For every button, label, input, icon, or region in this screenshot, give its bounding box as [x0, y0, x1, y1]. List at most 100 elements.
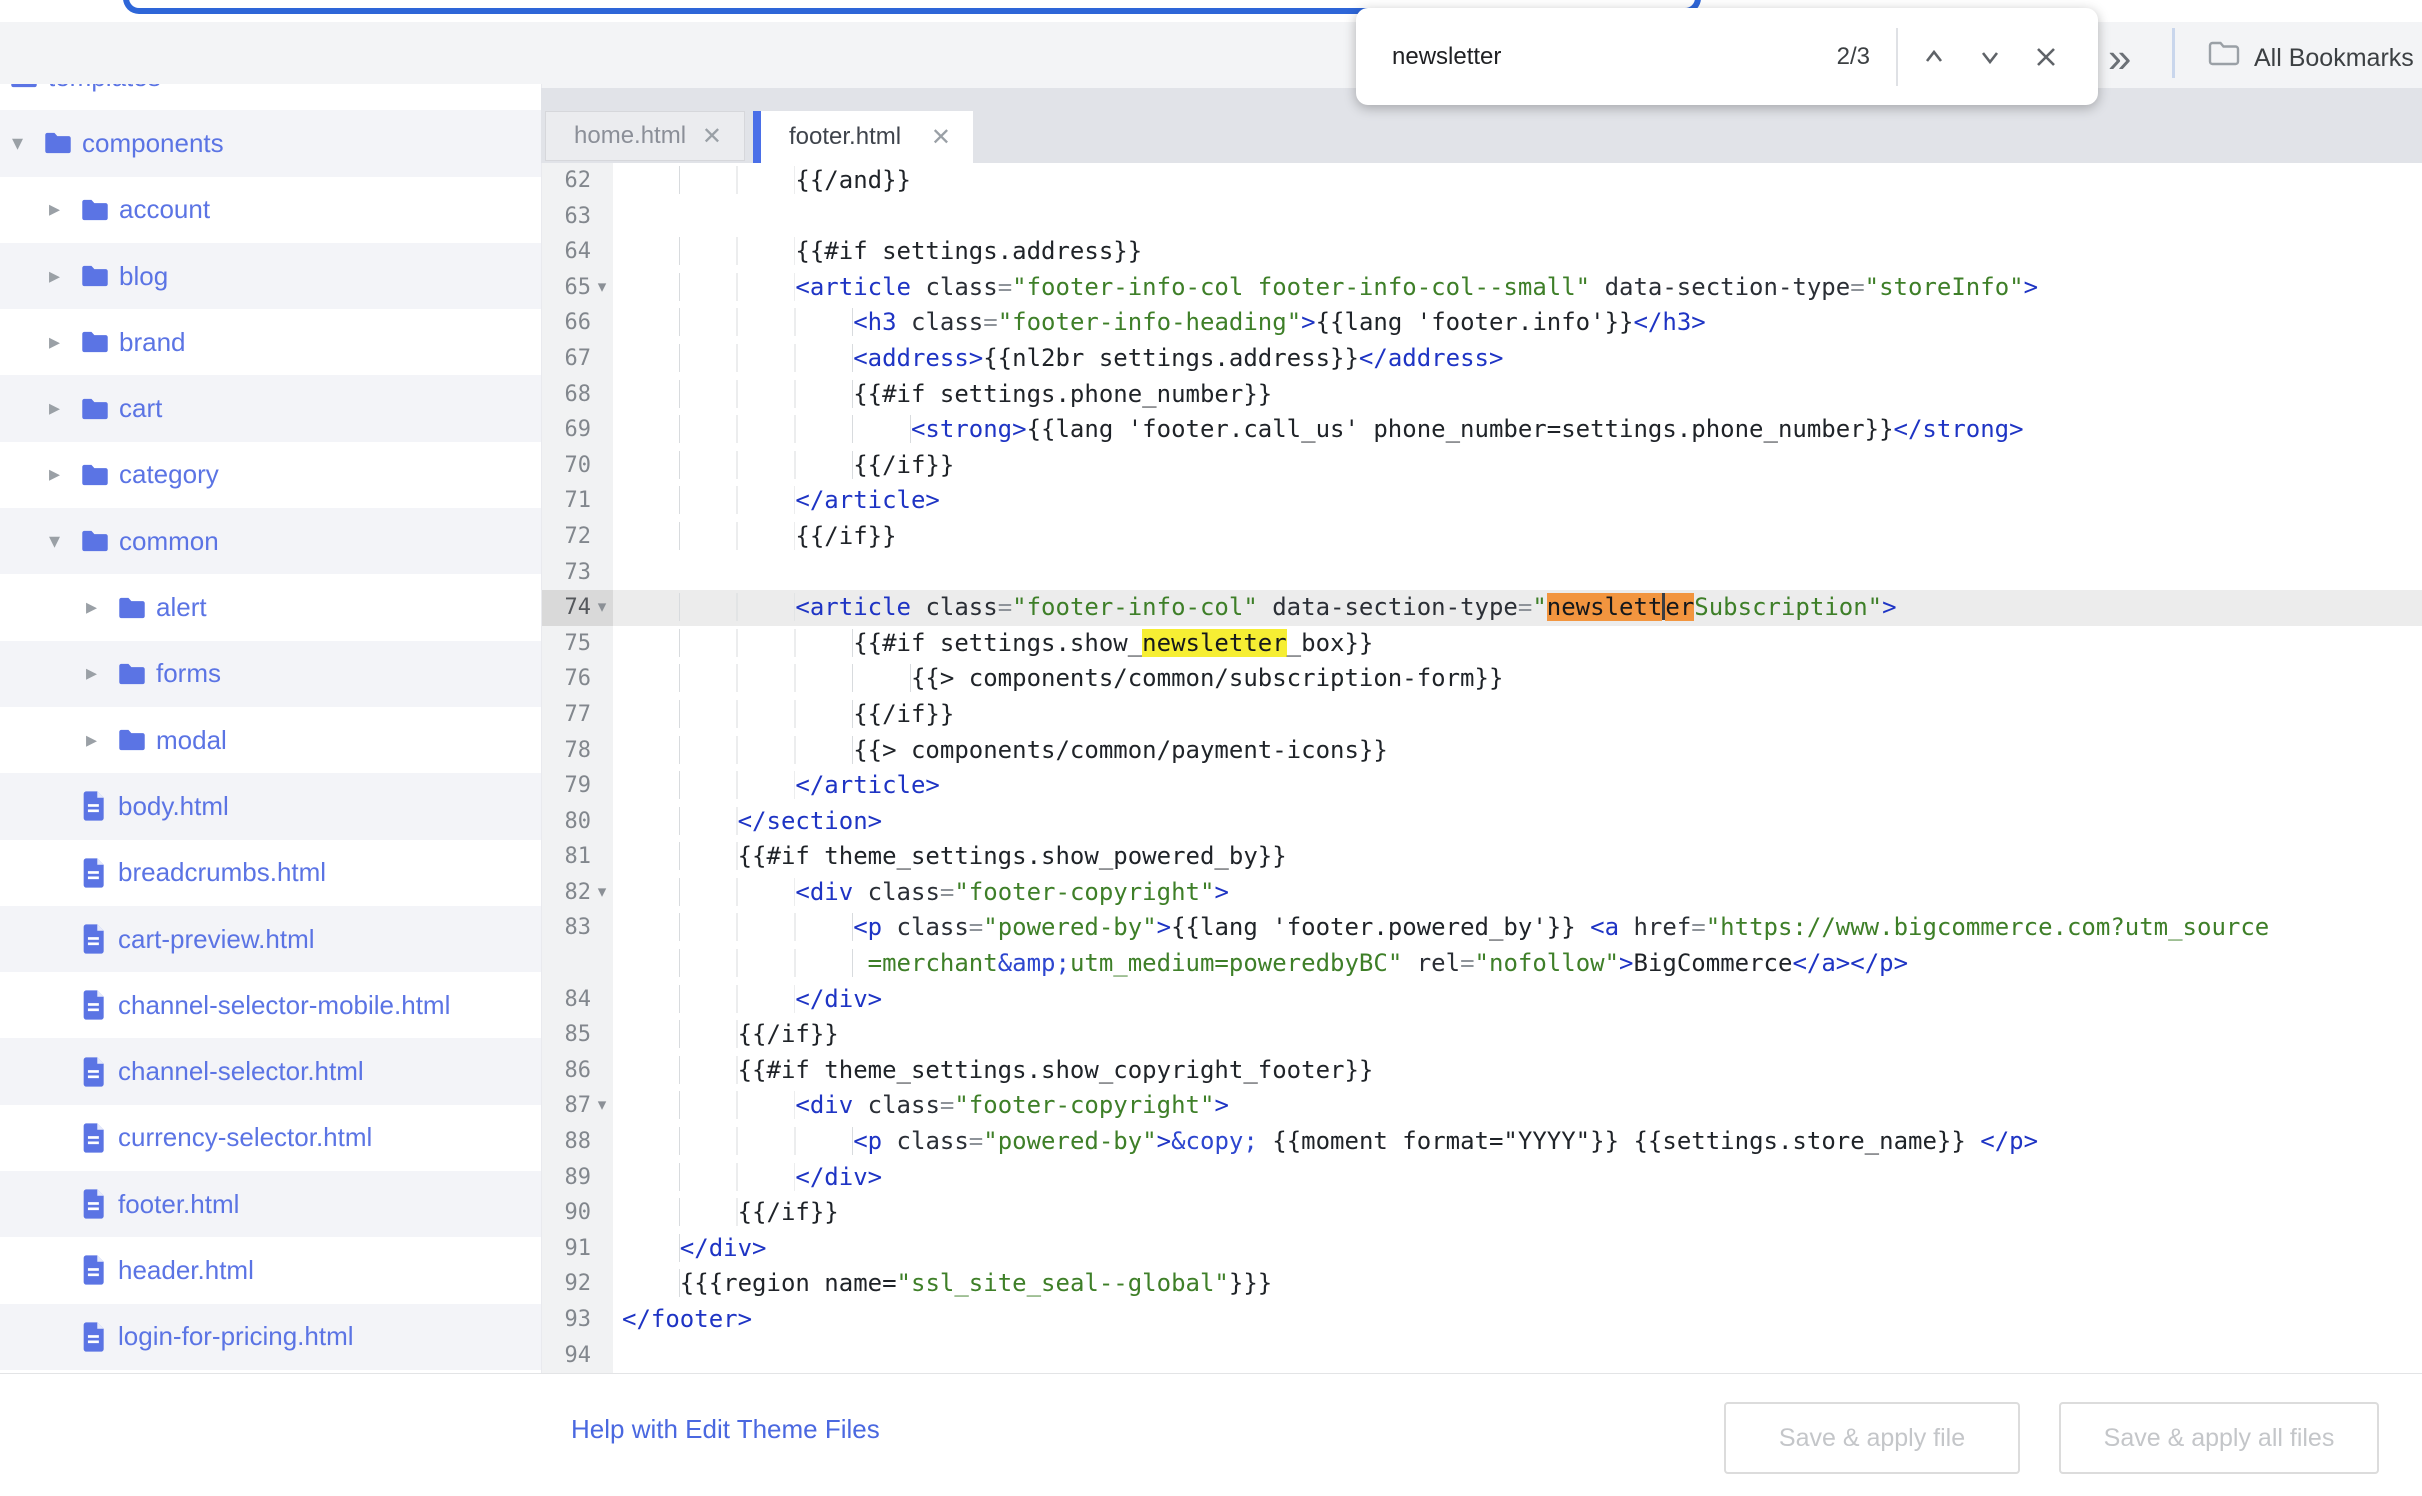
find-close-button[interactable]: [2018, 29, 2074, 85]
caret-right-icon[interactable]: ▸: [49, 462, 79, 487]
tree-item-label: login-for-pricing.html: [118, 1321, 354, 1352]
file-icon: [78, 1321, 118, 1353]
tab-home-html[interactable]: home.html ✕: [545, 111, 745, 161]
code-line-67[interactable]: 67 <address>{{nl2br settings.address}}</…: [541, 340, 2422, 377]
code-line-84[interactable]: 84 </div>: [541, 981, 2422, 1018]
line-number: 73: [564, 559, 592, 585]
fold-caret-icon[interactable]: ▾: [591, 590, 613, 626]
find-previous-button[interactable]: [1906, 29, 1962, 85]
tree-item-blog[interactable]: ▸ blog: [0, 242, 541, 310]
code-line-94[interactable]: 94: [541, 1337, 2422, 1373]
fold-caret-icon[interactable]: ▾: [591, 270, 613, 306]
code-line-70[interactable]: 70 {{/if}}: [541, 447, 2422, 484]
code-line-81[interactable]: 81 {{#if theme_settings.show_powered_by}…: [541, 839, 2422, 875]
code-line-77[interactable]: 77 {{/if}}: [541, 696, 2422, 733]
caret-down-icon[interactable]: ▾: [12, 131, 42, 156]
code-line-75[interactable]: 75 {{#if settings.show_newsletter_box}}: [541, 625, 2422, 662]
gutter-cell: [541, 946, 613, 982]
code-line-73[interactable]: 73: [541, 554, 2422, 591]
gutter-cell: 69: [541, 412, 613, 448]
tree-item-footer-html[interactable]: footer.html: [0, 1171, 541, 1238]
code-line-85[interactable]: 85 {{/if}}: [541, 1017, 2422, 1053]
fold-caret-icon[interactable]: ▾: [591, 1088, 613, 1124]
tab-footer-html[interactable]: footer.html ✕: [753, 111, 973, 163]
code-line-80[interactable]: 80 </section>: [541, 803, 2422, 840]
tree-item-body-html[interactable]: body.html: [0, 773, 541, 840]
tree-item-modal[interactable]: ▸ modal: [0, 707, 541, 773]
save-apply-file-button[interactable]: Save & apply file: [1724, 1402, 2020, 1474]
gutter-cell: 76: [541, 661, 613, 697]
code-line-83[interactable]: 83 <p class="powered-by">{{lang 'footer.…: [541, 910, 2422, 947]
code-line-76[interactable]: 76 {{> components/common/subscription-fo…: [541, 661, 2422, 697]
code-line-71[interactable]: 71 </article>: [541, 483, 2422, 519]
code-line-64[interactable]: 64 {{#if settings.address}}: [541, 234, 2422, 270]
code-line-69[interactable]: 69 <strong>{{lang 'footer.call_us' phone…: [541, 412, 2422, 448]
tree-item-alert[interactable]: ▸ alert: [0, 574, 541, 640]
tree-item-header-html[interactable]: header.html: [0, 1237, 541, 1303]
tree-item-common[interactable]: ▾ common: [0, 508, 541, 575]
code-line-74[interactable]: 74 ▾ <article class="footer-info-col" dat…: [541, 590, 2422, 626]
code-line-65[interactable]: 65 ▾ <article class="footer-info-col foot…: [541, 269, 2422, 306]
code-editor[interactable]: 62 {{/and}} 63 64 {{#if settings.address}}…: [541, 163, 2422, 1373]
tree-item-account[interactable]: ▸ account: [0, 177, 541, 243]
gutter-cell: 74 ▾: [541, 590, 613, 626]
active-tab-accent-bar: [753, 111, 761, 163]
code-line-88[interactable]: 88 <p class="powered-by">&copy; {{moment…: [541, 1124, 2422, 1160]
code-line-93[interactable]: 93 </footer>: [541, 1302, 2422, 1338]
all-bookmarks-button[interactable]: All Bookmarks: [2254, 44, 2414, 73]
caret-right-icon[interactable]: ▸: [86, 595, 116, 620]
tree-item-label: body.html: [118, 790, 229, 821]
tree-item-components[interactable]: ▾ components: [0, 110, 541, 177]
code-line-79[interactable]: 79 </article>: [541, 768, 2422, 804]
code-line-92[interactable]: 92 {{{region name="ssl_site_seal--global…: [541, 1266, 2422, 1302]
caret-right-icon[interactable]: ▸: [49, 396, 79, 421]
caret-right-icon[interactable]: ▸: [86, 661, 116, 686]
tab-close-icon[interactable]: ✕: [702, 122, 722, 151]
find-input[interactable]: newsletter: [1392, 43, 1837, 71]
extensions-overflow-icon[interactable]: »: [2108, 30, 2131, 86]
caret-right-icon[interactable]: ▸: [49, 264, 79, 289]
line-number: 77: [564, 701, 592, 727]
tree-item-brand[interactable]: ▸ brand: [0, 309, 541, 375]
tree-item-forms[interactable]: ▸ forms: [0, 640, 541, 707]
tree-item-cart-preview-html[interactable]: cart-preview.html: [0, 905, 541, 973]
code-line-72[interactable]: 72 {{/if}}: [541, 518, 2422, 555]
editor-footer-bar: Help with Edit Theme Files Save & apply …: [0, 1373, 2422, 1496]
tree-item-login-for-pricing-html[interactable]: login-for-pricing.html: [0, 1303, 541, 1370]
tree-item-channel-selector-html[interactable]: channel-selector.html: [0, 1038, 541, 1105]
code-line-82[interactable]: 82 ▾ <div class="footer-copyright">: [541, 874, 2422, 911]
code-line-90[interactable]: 90 {{/if}}: [541, 1195, 2422, 1231]
code-text: </div>: [613, 1231, 2422, 1267]
caret-right-icon[interactable]: ▸: [49, 197, 79, 222]
tree-item-channel-selector-mobile-html[interactable]: channel-selector-mobile.html: [0, 972, 541, 1038]
code-line-66[interactable]: 66 <h3 class="footer-info-heading">{{lan…: [541, 305, 2422, 341]
help-link[interactable]: Help with Edit Theme Files: [571, 1414, 880, 1445]
code-line-63[interactable]: 63: [541, 198, 2422, 235]
tree-item-category[interactable]: ▸ category: [0, 442, 541, 508]
code-line-86[interactable]: 86 {{#if theme_settings.show_copyright_f…: [541, 1052, 2422, 1089]
caret-down-icon[interactable]: ▾: [49, 529, 79, 554]
tree-item-cart[interactable]: ▸ cart: [0, 375, 541, 442]
code-line-wrap[interactable]: =merchant&amp;utm_medium=poweredbyBC" re…: [541, 946, 2422, 982]
line-number: 69: [564, 417, 592, 443]
tree-item-breadcrumbs-html[interactable]: breadcrumbs.html: [0, 840, 541, 906]
line-number: 93: [564, 1307, 592, 1332]
tree-item-templates[interactable]: templates: [0, 84, 541, 110]
code-line-89[interactable]: 89 </div>: [541, 1159, 2422, 1196]
code-line-87[interactable]: 87 ▾ <div class="footer-copyright">: [541, 1088, 2422, 1125]
caret-right-icon[interactable]: ▸: [49, 330, 79, 355]
file-tree[interactable]: templates▾components▸account▸blog▸brand▸…: [0, 84, 542, 1496]
code-text: {{#if settings.address}}: [613, 234, 2422, 270]
tree-item-currency-selector-html[interactable]: currency-selector.html: [0, 1105, 541, 1171]
folder-icon: [79, 461, 119, 489]
save-apply-all-files-button[interactable]: Save & apply all files: [2059, 1402, 2379, 1474]
tab-close-icon[interactable]: ✕: [931, 123, 951, 152]
caret-right-icon[interactable]: ▸: [86, 728, 116, 753]
fold-caret-icon[interactable]: ▾: [591, 875, 613, 911]
code-line-91[interactable]: 91 </div>: [541, 1230, 2422, 1267]
code-line-78[interactable]: 78 {{> components/common/payment-icons}}: [541, 732, 2422, 769]
code-line-62[interactable]: 62 {{/and}}: [541, 163, 2422, 199]
find-next-button[interactable]: [1962, 29, 2018, 85]
folder-icon: [116, 726, 156, 754]
code-line-68[interactable]: 68 {{#if settings.phone_number}}: [541, 376, 2422, 413]
